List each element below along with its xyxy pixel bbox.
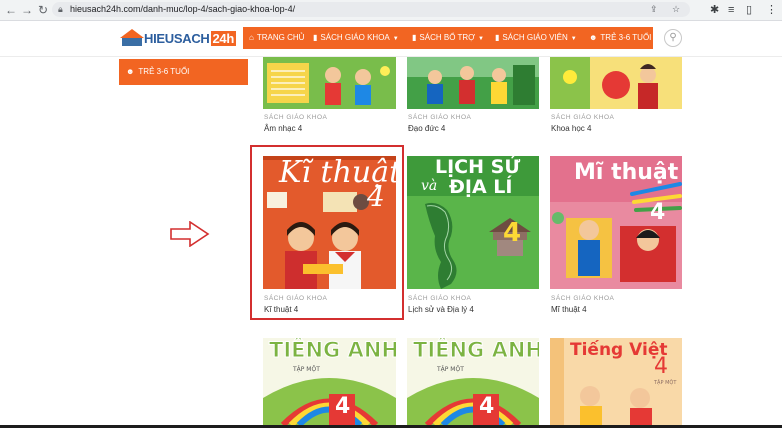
product-category: SÁCH GIÁO KHOA <box>551 295 615 302</box>
cover-grade-number: 4 <box>335 394 351 419</box>
menu-item-sach-bo-tro[interactable]: ▮ SÁCH BỔ TRỢ ▼ <box>412 27 484 49</box>
menu-label: SÁCH GIÁO KHOA <box>320 33 390 42</box>
menu-label: SÁCH BỔ TRỢ <box>419 33 476 42</box>
menu-item-home[interactable]: ⌂ TRANG CHỦ <box>249 27 304 49</box>
chevron-down-icon: ▼ <box>478 36 484 42</box>
search-button[interactable]: ⚲ <box>664 29 682 47</box>
cover-illustration <box>263 57 396 109</box>
share-icon[interactable]: ⇪ <box>650 2 658 17</box>
book-cover-image[interactable]: LỊCH SỬ và ĐỊA LÍ 4 <box>407 156 539 289</box>
reload-icon[interactable]: ↻ <box>35 2 51 18</box>
cover-subtitle: TẬP MỘT <box>437 366 464 373</box>
menu-label: TRANG CHỦ <box>256 33 305 42</box>
product-title[interactable]: Khoa học 4 <box>551 124 591 133</box>
product-title[interactable]: Mĩ thuật 4 <box>551 305 587 314</box>
logo-house-icon <box>122 38 142 46</box>
highlight-box <box>250 145 404 320</box>
book-icon: ▮ <box>412 33 417 42</box>
sidebar-icon[interactable]: ▯ <box>746 2 752 18</box>
cover-title: Tiếng Việt <box>570 340 668 360</box>
cover-grade-number: 4 <box>650 200 666 225</box>
address-url[interactable]: hieusach24h.com/danh-muc/lop-4/sach-giao… <box>70 2 295 17</box>
book-cover-image[interactable]: TIẾNG ANH TẬP MỘT 4 <box>407 338 539 425</box>
product-title[interactable]: Âm nhạc 4 <box>264 124 302 133</box>
cover-grade-number: 4 <box>654 354 668 379</box>
cover-title: Mĩ thuật <box>574 160 679 185</box>
product-title[interactable]: Đạo đức 4 <box>408 124 445 133</box>
product-category: SÁCH GIÁO KHOA <box>551 114 615 121</box>
home-icon: ⌂ <box>249 33 254 42</box>
cover-grade-number: 4 <box>479 394 495 419</box>
cover-title: TIẾNG ANH <box>412 338 539 363</box>
forward-icon[interactable]: → <box>19 2 35 18</box>
chevron-down-icon: ▼ <box>570 36 577 42</box>
cover-illustration <box>550 57 682 109</box>
book-icon: ▮ <box>495 33 500 42</box>
logo-text: HIEUSACH 24h <box>144 31 237 46</box>
logo-badge: 24h <box>210 31 237 46</box>
book-cover-image[interactable] <box>407 57 539 109</box>
book-icon: ▮ <box>313 33 318 42</box>
site-logo[interactable]: HIEUSACH 24h <box>120 29 237 49</box>
product-category: SÁCH GIÁO KHOA <box>264 114 328 121</box>
product-title[interactable]: Lịch sử và Địa lý 4 <box>408 305 474 314</box>
book-cover-image[interactable]: Mĩ thuật 4 <box>550 156 682 289</box>
cover-subtitle: TẬP MỘT <box>654 380 677 386</box>
cover-title: TIẾNG ANH <box>268 338 396 363</box>
cover-title-line1: LỊCH SỬ <box>435 156 521 178</box>
cover-subtitle: TẬP MỘT <box>293 366 320 373</box>
book-cover-image[interactable]: TIẾNG ANH TẬP MỘT 4 <box>263 338 396 425</box>
book-cover-image[interactable]: Tiếng Việt 4 TẬP MỘT <box>550 338 682 425</box>
menu-item-tre-3-6-tuoi[interactable]: ☻ TRẺ 3-6 TUỔI <box>589 27 651 49</box>
book-cover-image[interactable] <box>550 57 682 109</box>
main-menu: ⌂ TRANG CHỦ ▮ SÁCH GIÁO KHOA ▼ ▮ SÁCH BỔ TRỢ… <box>243 27 653 49</box>
product-category: SÁCH GIÁO KHOA <box>408 114 472 121</box>
book-cover-image[interactable] <box>263 57 396 109</box>
child-icon: ☻ <box>589 33 598 42</box>
browser-toolbar: ← → ↻ 🔒︎ hieusach24h.com/danh-muc/lop-4/… <box>0 0 782 21</box>
star-icon[interactable]: ☆ <box>672 2 680 17</box>
product-category: SÁCH GIÁO KHOA <box>408 295 472 302</box>
cover-title-line3: ĐỊA LÍ <box>449 176 513 198</box>
child-icon: ☻ <box>126 67 135 76</box>
search-icon: ⚲ <box>669 32 677 43</box>
sidebar-item-label: TRẺ 3-6 TUỔI <box>138 67 190 76</box>
reading-list-icon[interactable]: ≡ <box>728 2 734 18</box>
menu-label: SÁCH GIÁO VIÊN <box>502 33 568 42</box>
arrow-right-icon <box>170 221 210 247</box>
sidebar-item-tre-3-6-tuoi[interactable]: ☻ TRẺ 3-6 TUỔI <box>119 59 248 85</box>
lock-icon[interactable]: 🔒︎ <box>58 2 63 17</box>
menu-icon[interactable]: ⋮ <box>766 2 777 18</box>
cover-illustration <box>407 57 539 109</box>
menu-item-sach-giao-khoa[interactable]: ▮ SÁCH GIÁO KHOA ▼ <box>313 27 399 49</box>
address-bar[interactable]: 🔒︎ hieusach24h.com/danh-muc/lop-4/sach-g… <box>52 2 690 17</box>
back-icon[interactable]: ← <box>3 2 19 18</box>
extensions-icon[interactable]: ✱ <box>710 2 719 18</box>
cover-grade-number: 4 <box>503 218 522 248</box>
logo-roof-icon <box>120 29 144 38</box>
menu-label: TRẺ 3-6 TUỔI <box>600 33 652 42</box>
chevron-down-icon: ▼ <box>392 36 399 42</box>
menu-item-sach-giao-vien[interactable]: ▮ SÁCH GIÁO VIÊN ▼ <box>495 27 577 49</box>
cover-title-line2: và <box>421 178 438 194</box>
